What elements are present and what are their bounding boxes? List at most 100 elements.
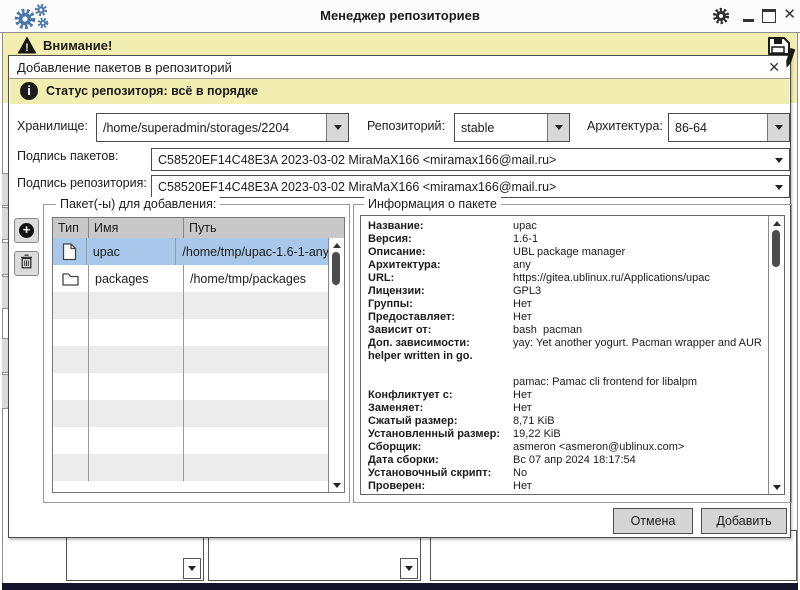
cancel-button[interactable]: Отмена: [613, 508, 693, 534]
scroll-down-icon[interactable]: [329, 479, 344, 491]
package-row-empty: [53, 292, 329, 319]
window-border-right: [797, 32, 798, 583]
package-row-empty: [53, 319, 329, 346]
app-window: Менеджер репозиториев ✕ ! Внимание!: [0, 0, 800, 590]
empty-cell: [184, 319, 329, 346]
window-close-icon[interactable]: ✕: [783, 6, 796, 24]
sign-packages-value: C58520EF14C48E3A 2023-03-02 MiraMaX166 <…: [158, 149, 556, 170]
packages-scrollbar[interactable]: [328, 238, 344, 492]
architecture-combobox[interactable]: 86-64: [668, 113, 790, 142]
empty-cell: [184, 427, 329, 454]
info-label: Название:: [368, 220, 513, 233]
chevron-down-icon[interactable]: [775, 158, 783, 163]
info-row: [368, 363, 762, 376]
package-path: /home/tmp/packages: [184, 265, 329, 292]
chevron-down-icon[interactable]: [183, 558, 201, 579]
repository-value: stable: [461, 114, 494, 141]
info-label: Зависит от:: [368, 324, 513, 337]
sign-packages-combobox[interactable]: C58520EF14C48E3A 2023-03-02 MiraMaX166 <…: [151, 148, 790, 171]
empty-cell: [89, 292, 184, 319]
info-scrollbar[interactable]: [768, 216, 784, 494]
info-value: GPL3: [513, 285, 541, 298]
empty-cell: [53, 373, 89, 400]
info-value: Нет: [513, 480, 532, 493]
info-row: Установленный размер:19,22 KiB: [368, 428, 762, 441]
package-row[interactable]: upac/home/tmp/upac-1.6-1-any: [53, 238, 329, 265]
info-value: Нет: [513, 402, 532, 415]
info-row: Лицензии:GPL3: [368, 285, 762, 298]
scroll-up-icon[interactable]: [769, 217, 784, 229]
info-label: Версия:: [368, 233, 513, 246]
scroll-down-icon[interactable]: [769, 481, 784, 493]
package-row-empty: [53, 346, 329, 373]
chevron-down-icon[interactable]: [326, 114, 348, 141]
info-row: Проверен:Нет: [368, 480, 762, 493]
package-row[interactable]: packages/home/tmp/packages: [53, 265, 329, 292]
empty-cell: [89, 319, 184, 346]
packages-group-legend: Пакет(-ы) для добавления:: [56, 197, 220, 211]
info-row: Предоставляет:Нет: [368, 311, 762, 324]
package-info-panel: Название:upacВерсия:1.6-1Описание:UBL pa…: [360, 215, 785, 495]
info-value: Вс 07 апр 2024 18:17:54: [513, 454, 636, 467]
info-value: pamac: Pamac cli frontend for libalpm: [513, 376, 697, 389]
save-floppy-pen-icon[interactable]: [766, 35, 798, 78]
column-header-path[interactable]: Путь: [184, 218, 344, 238]
info-label: URL:: [368, 272, 513, 285]
settings-gear-icon[interactable]: [712, 7, 730, 30]
info-label: Доп. зависимости:: [368, 337, 513, 350]
plus-icon: +: [19, 223, 34, 238]
packages-table-header: Тип Имя Путь: [53, 218, 344, 239]
info-rows: Название:upacВерсия:1.6-1Описание:UBL pa…: [368, 220, 762, 493]
info-label: Сжатый размер:: [368, 415, 513, 428]
repo-status-bar: i Статус репозиторя: всё в порядке: [10, 79, 789, 104]
empty-cell: [53, 454, 89, 481]
info-row: Версия:1.6-1: [368, 233, 762, 246]
info-row: Описание:UBL package manager: [368, 246, 762, 259]
column-header-type[interactable]: Тип: [53, 218, 89, 238]
info-value: Нет: [513, 389, 532, 402]
info-value: Нет: [513, 311, 532, 324]
package-row-empty: [53, 373, 329, 400]
info-label: Архитектура:: [368, 259, 513, 272]
chevron-down-icon[interactable]: [775, 185, 783, 190]
chevron-down-icon[interactable]: [400, 558, 418, 579]
info-row: Сжатый размер:8,71 KiB: [368, 415, 762, 428]
info-value: UBL package manager: [513, 246, 625, 259]
empty-cell: [184, 454, 329, 481]
empty-cell: [89, 427, 184, 454]
info-row: Дата сборки:Вс 07 апр 2024 18:17:54: [368, 454, 762, 467]
info-icon: i: [20, 82, 38, 100]
scrollbar-thumb[interactable]: [332, 252, 340, 285]
empty-cell: [53, 400, 89, 427]
info-row: Зависит от:bash pacman: [368, 324, 762, 337]
storage-combobox[interactable]: /home/superadmin/storages/2204: [96, 113, 349, 142]
chevron-down-icon[interactable]: [547, 114, 569, 141]
scroll-up-icon[interactable]: [329, 239, 344, 251]
sign-repo-combobox[interactable]: C58520EF14C48E3A 2023-03-02 MiraMaX166 <…: [151, 175, 790, 198]
info-label: Конфликтует с:: [368, 389, 513, 402]
column-header-name[interactable]: Имя: [89, 218, 184, 238]
packages-table: Тип Имя Путь upac/home/tmp/upac-1.6-1-an…: [52, 217, 345, 493]
empty-cell: [184, 292, 329, 319]
empty-cell: [53, 346, 89, 373]
info-label: [368, 376, 513, 389]
add-package-button[interactable]: +: [14, 218, 39, 243]
info-label: Дата сборки:: [368, 454, 513, 467]
add-button[interactable]: Добавить: [701, 508, 787, 534]
info-value: No: [513, 467, 527, 480]
repository-combobox[interactable]: stable: [454, 113, 570, 142]
info-label: Описание:: [368, 246, 513, 259]
delete-package-button[interactable]: [14, 251, 39, 276]
info-label: Группы:: [368, 298, 513, 311]
info-value: 8,71 KiB: [513, 415, 555, 428]
file-icon: [53, 238, 87, 265]
window-title: Менеджер репозиториев: [320, 8, 480, 23]
storage-label: Хранилище:: [17, 113, 88, 140]
sign-packages-label: Подпись пакетов:: [17, 146, 118, 167]
info-value: https://gitea.ublinux.ru/Applications/up…: [513, 272, 710, 285]
maximize-icon[interactable]: [762, 9, 776, 23]
minimize-icon[interactable]: [743, 19, 754, 22]
window-bottom-strip: [2, 583, 798, 590]
scrollbar-thumb[interactable]: [772, 230, 780, 267]
chevron-down-icon[interactable]: [767, 114, 789, 141]
